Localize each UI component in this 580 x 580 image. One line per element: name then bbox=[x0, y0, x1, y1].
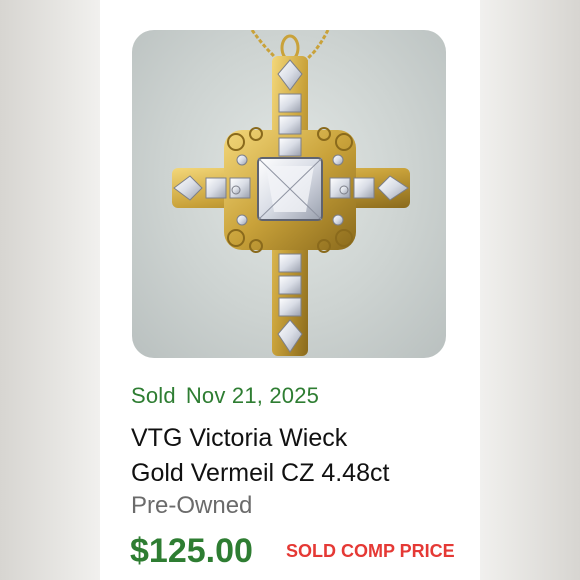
product-image[interactable] bbox=[132, 30, 446, 358]
sold-date-line: Sold Nov 21, 2025 bbox=[131, 383, 319, 409]
right-backdrop bbox=[480, 0, 580, 580]
left-backdrop bbox=[0, 0, 100, 580]
listing-card[interactable]: Sold Nov 21, 2025 VTG Victoria Wieck Gold… bbox=[100, 0, 480, 580]
sold-comp-price-label: SOLD COMP PRICE bbox=[286, 541, 455, 561]
sold-date: Nov 21, 2025 bbox=[185, 383, 320, 408]
sold-price: $125.00 bbox=[130, 532, 253, 570]
item-condition: Pre-Owned bbox=[131, 492, 253, 519]
listing-title-line-1[interactable]: VTG Victoria Wieck bbox=[131, 421, 471, 456]
listing-title-line-2[interactable]: Gold Vermeil CZ 4.48ct bbox=[131, 456, 471, 491]
listing-title[interactable]: VTG Victoria Wieck Gold Vermeil CZ 4.48c… bbox=[131, 421, 471, 491]
sold-label: Sold bbox=[131, 383, 176, 408]
cross-pendant-image bbox=[172, 30, 410, 356]
